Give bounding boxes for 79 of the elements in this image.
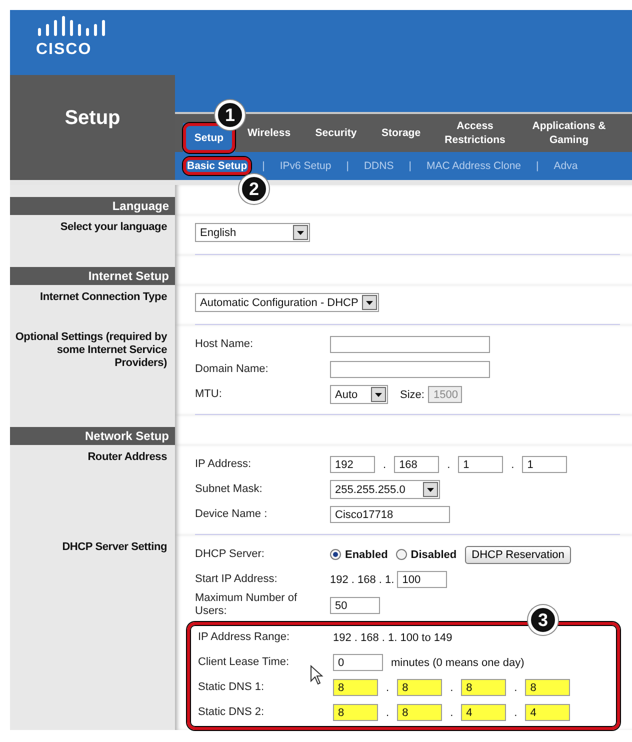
hint-text: minutes (0 means one day) [391,656,524,668]
nav-tab[interactable]: Storage [371,122,431,144]
input-field[interactable]: 8 [333,704,378,721]
field-label: Static DNS 2: [198,706,266,719]
group-label: Optional Settings (required by some Internet Service Providers) [14,330,168,370]
section-heading: Internet Setup [10,267,175,285]
input-field[interactable]: 0 [333,654,383,671]
input-field: 1500 [428,386,462,403]
field-label: Device Name : [195,508,268,521]
dot-separator: . [450,682,454,694]
field-label: DHCP Server: [195,548,266,561]
dropdown[interactable]: Automatic Configuration - DHCP [195,293,380,312]
dot-separator: . [514,682,518,694]
size-label: Size: [400,388,424,400]
nav-tab[interactable]: Applications & Gaming [519,115,619,151]
logo-bars-icon [36,16,108,36]
radio-label: Disabled [410,548,457,560]
group-label: Internet Connection Type [38,290,168,304]
field-label: Maximum Number of Users: [195,592,298,618]
nav-tab[interactable]: Access Restrictions [433,115,517,151]
address-prefix: 192 . 168 . 1. [330,574,394,586]
tab-separator: | [408,160,412,172]
input-field[interactable]: 8 [333,679,378,696]
input-field[interactable]: 1 [522,456,568,473]
input-field[interactable] [330,336,490,353]
radio-button[interactable] [396,549,407,560]
step-number-badge: 3 [528,605,558,635]
input-field[interactable]: 4 [461,704,506,721]
dot-separator: . [383,458,386,470]
input-field[interactable]: 50 [330,596,380,614]
dot-separator: . [511,458,514,470]
input-field[interactable]: 4 [525,704,570,721]
input-field[interactable]: Cisco17718 [330,506,450,523]
step-number-badge: 1 [215,100,245,130]
radio-label: Enabled [345,548,388,560]
input-field[interactable]: 8 [397,704,442,721]
tab-separator: | [345,160,350,172]
input-field[interactable]: 8 [525,679,570,696]
radio-button[interactable] [330,549,341,560]
input-field[interactable]: 8 [461,679,506,696]
input-field[interactable]: 192 [330,456,375,473]
tab-separator: | [535,160,540,172]
dot-separator: . [386,706,390,718]
section-heading: Language [10,197,175,215]
dot-separator: . [450,706,454,718]
reservation-button[interactable]: DHCP Reservation [464,546,572,564]
group-label: Router Address [86,450,168,464]
field-label: Client Lease Time: [198,656,290,669]
page-title: Setup [64,107,120,131]
field-label: IP Address: [195,458,252,471]
group-label: Select your language [59,220,168,234]
dropdown[interactable]: Auto [330,385,388,404]
logo-text: CISCO [36,41,93,59]
field-label: Start IP Address: [195,573,278,586]
input-field[interactable]: 1 [458,456,504,473]
field-label: IP Address Range: [198,631,291,644]
address-range: 192 . 168 . 1. 100 to 149 [333,632,454,644]
step-number-badge: 2 [239,174,269,204]
field-label: MTU: [195,388,223,401]
dropdown[interactable]: English [195,223,310,242]
nav-tab[interactable]: Setup [183,123,235,153]
cursor-icon [310,665,324,685]
tab-separator: | [261,160,266,172]
dropdown[interactable]: 255.255.255.0 [330,480,440,499]
dot-separator: . [386,682,390,694]
input-field[interactable]: 168 [394,456,440,473]
sub-tab[interactable]: Basic Setup [183,157,252,175]
group-label: DHCP Server Setting [61,540,168,554]
input-field[interactable] [330,361,490,378]
field-label: Domain Name: [195,363,270,376]
field-label: Static DNS 1: [198,681,266,694]
input-field[interactable]: 8 [397,679,442,696]
field-label: Host Name: [195,338,254,351]
section-heading: Network Setup [10,427,175,445]
dot-separator: . [447,458,450,470]
nav-tab[interactable]: Security [303,122,369,144]
input-field[interactable]: 100 [397,571,448,588]
field-label: Subnet Mask: [195,483,264,496]
dot-separator: . [514,706,518,718]
